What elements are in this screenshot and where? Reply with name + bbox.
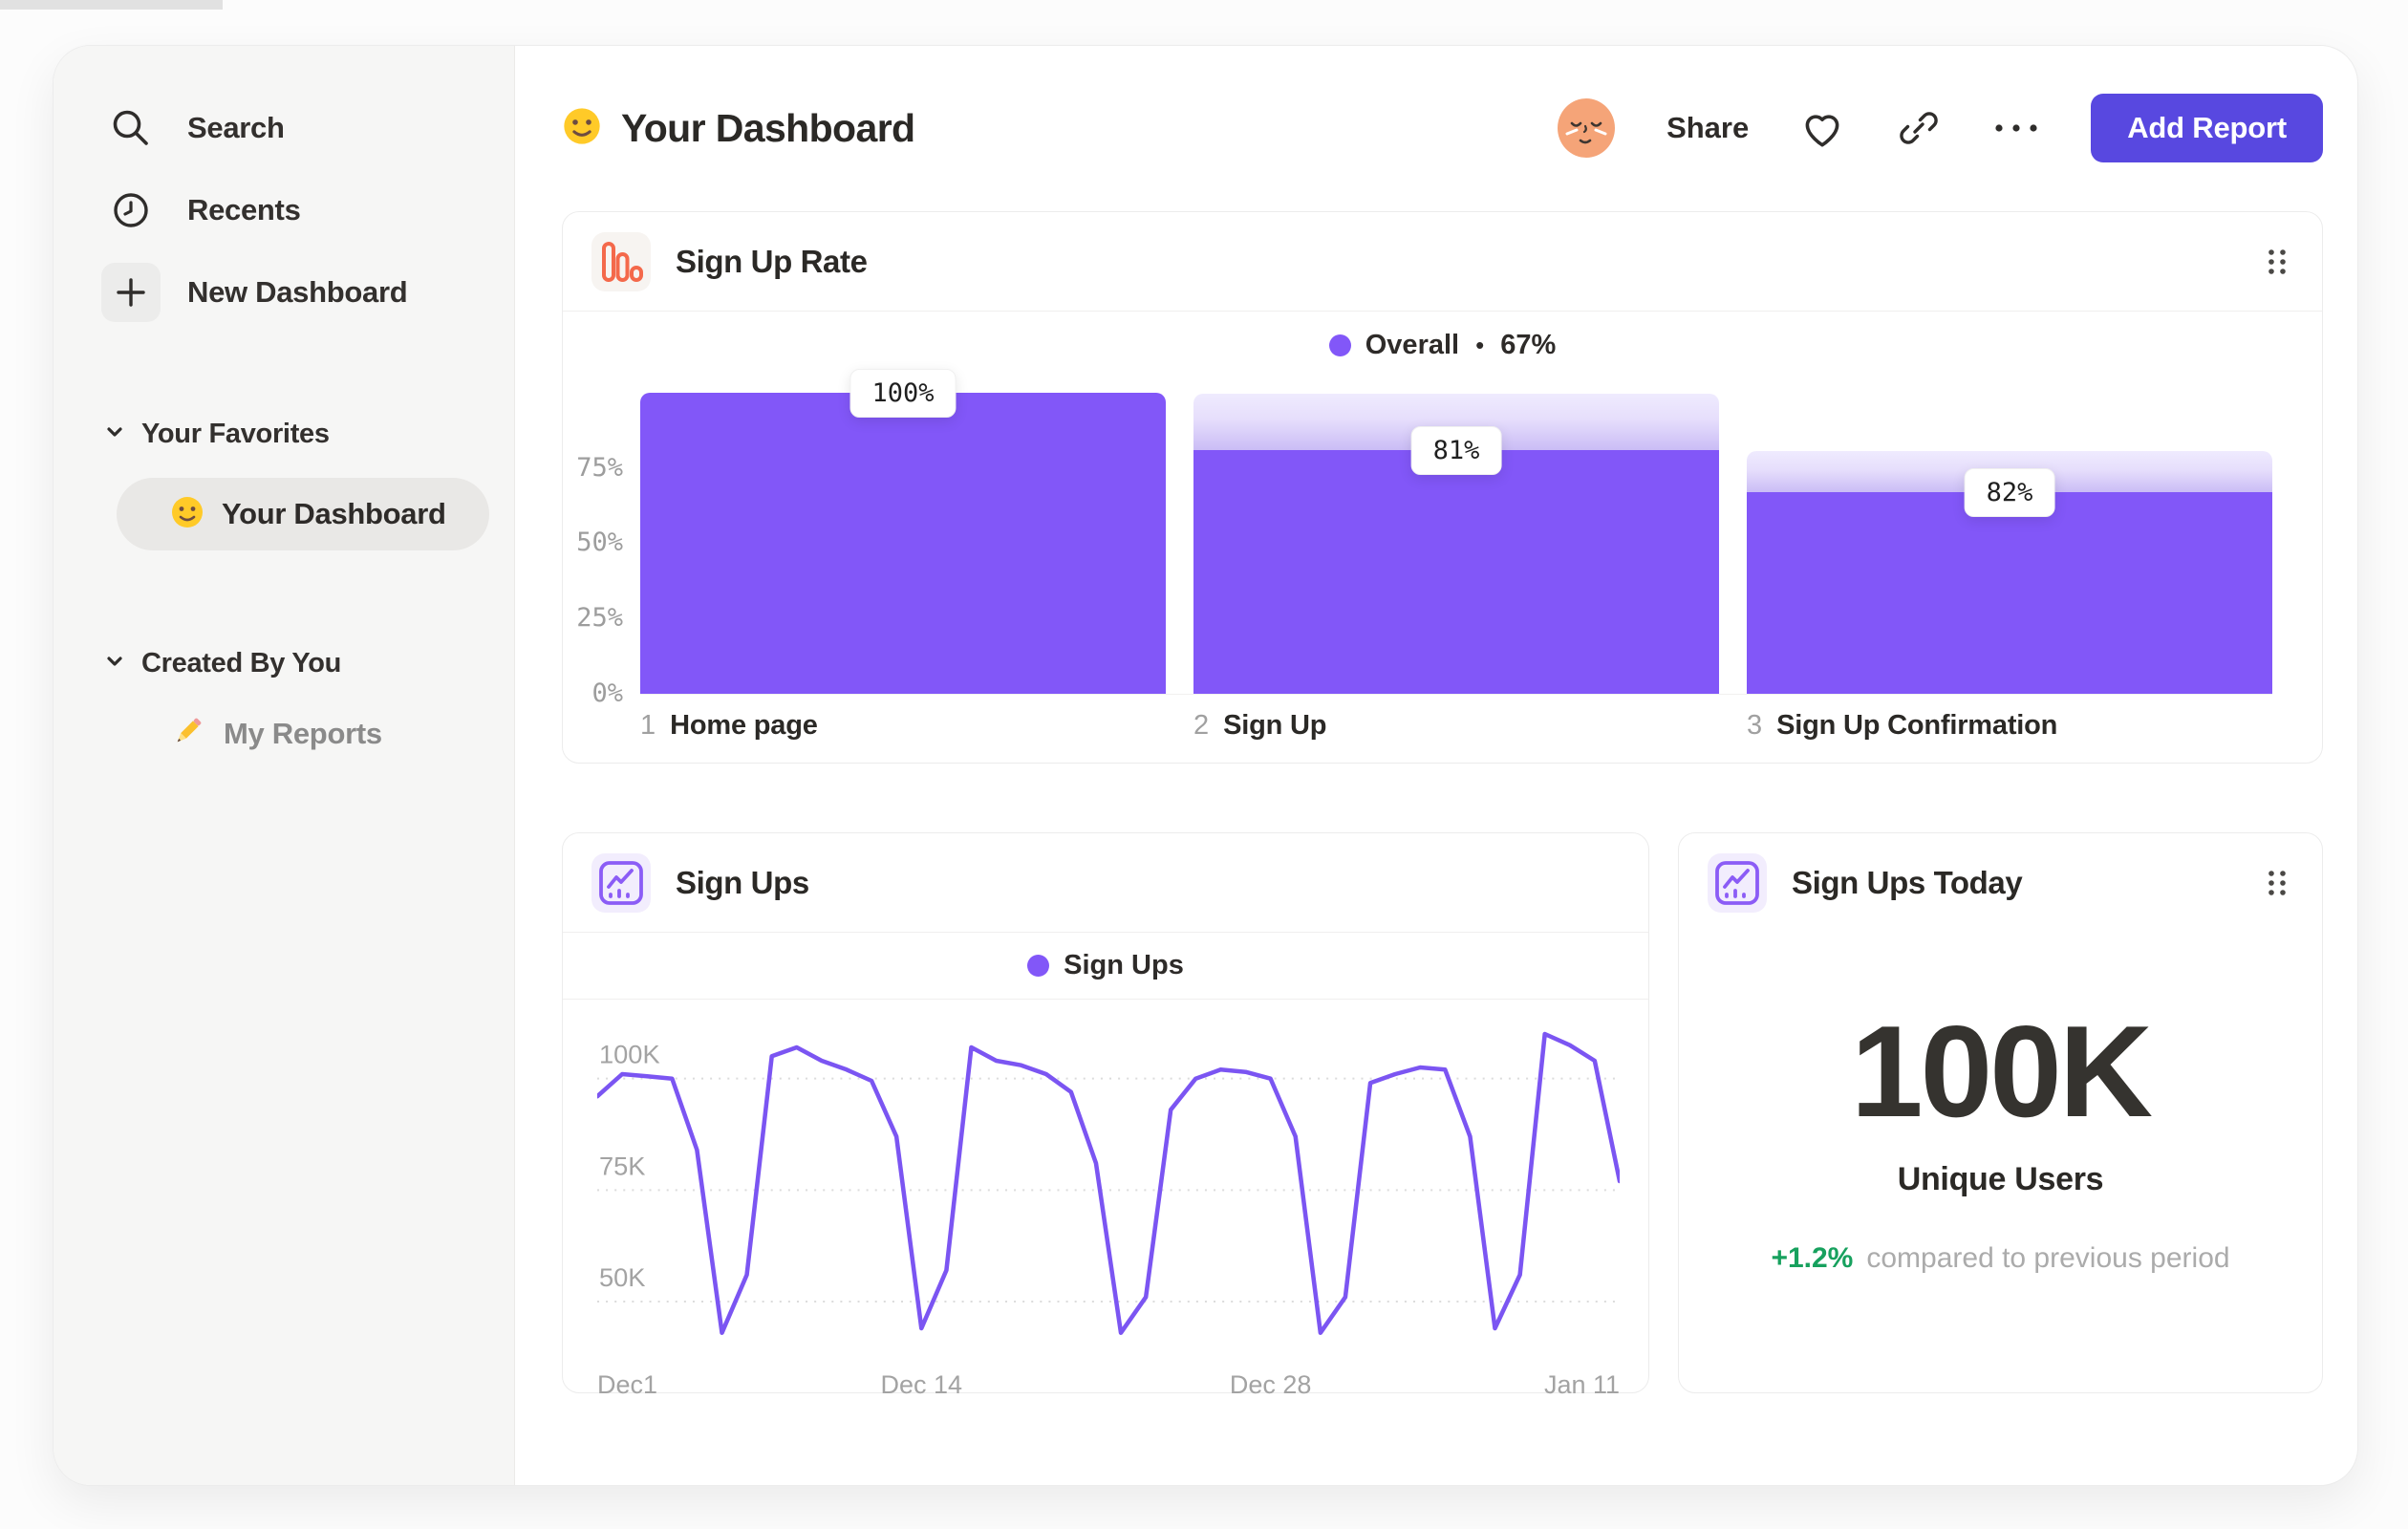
funnel-bar-2[interactable]: 81% — [1193, 378, 1719, 694]
line-chart-icon — [591, 852, 651, 913]
legend-separator: • — [1475, 330, 1485, 359]
legend-dot — [1328, 334, 1351, 356]
x-tick-label: Dec 14 — [880, 1370, 963, 1399]
line-x-labels: Dec1 Dec 14 Dec 28 Jan 11 — [597, 1363, 1620, 1407]
legend-value: 67% — [1500, 329, 1557, 360]
y-tick-label: 25% — [576, 603, 623, 634]
step-name: Sign Up — [1223, 710, 1327, 741]
line-chart-icon — [1708, 852, 1767, 913]
window-edge-strip — [0, 0, 223, 10]
metric-comparison: compared to previous period — [1866, 1242, 2230, 1274]
sidebar-item-my-reports[interactable]: My Reports — [117, 713, 489, 754]
x-tick-label: Dec 28 — [1229, 1370, 1312, 1399]
line-chart: 100K 75K 50K — [597, 1021, 1620, 1355]
sidebar: Search Recents New Dashboard Your Favori… — [54, 46, 515, 1485]
funnel-value-label: 100% — [849, 368, 957, 418]
x-tick-label: Dec1 — [597, 1370, 658, 1399]
search-icon — [101, 98, 161, 158]
sidebar-item-your-dashboard[interactable]: Your Dashboard — [117, 478, 489, 550]
step-number: 2 — [1193, 710, 1210, 741]
link-icon[interactable] — [1896, 105, 1942, 151]
plus-icon — [101, 263, 161, 322]
y-tick-label: 75% — [576, 452, 623, 483]
legend-label: Sign Ups — [1064, 950, 1184, 980]
legend-label: Overall — [1365, 329, 1460, 360]
funnel-step-label: 2 Sign Up — [1193, 710, 1719, 742]
pencil-emoji — [170, 713, 206, 754]
sidebar-section-created-by-you[interactable]: Created By You — [103, 642, 489, 684]
step-name: Home page — [670, 710, 818, 741]
funnel-chart: 0% 25% 50% 75% 100% 81% 82% 1 Home page 2 Sign U… — [563, 368, 2322, 742]
share-button[interactable]: Share — [1666, 111, 1749, 145]
bar-chart-icon — [591, 231, 651, 291]
sidebar-item-recents[interactable]: Recents — [101, 182, 489, 239]
legend-dot — [1027, 955, 1050, 977]
app-window: Search Recents New Dashboard Your Favori… — [53, 45, 2358, 1486]
sidebar-section-your-favorites[interactable]: Your Favorites — [103, 413, 489, 455]
metric-delta: +1.2% — [1771, 1242, 1854, 1274]
add-report-button[interactable]: Add Report — [2091, 94, 2323, 162]
sign-ups-today-card: Sign Ups Today 100K Unique Users +1.2% c… — [1678, 832, 2323, 1393]
y-tick-label: 50K — [599, 1262, 645, 1292]
sidebar-item-new-dashboard[interactable]: New Dashboard — [101, 263, 489, 322]
funnel-value-label: 82% — [1964, 467, 2055, 517]
main-content: Your Dashboard Share Add Report Sign Up … — [515, 46, 2357, 1485]
y-tick-label: 75K — [599, 1151, 645, 1180]
funnel-bars: 100% 81% 82% — [640, 368, 2272, 695]
smiley-emoji — [170, 495, 204, 534]
funnel-converted-segment — [1747, 491, 2272, 694]
heart-icon[interactable] — [1798, 104, 1846, 152]
smiley-emoji — [562, 106, 602, 151]
chevron-down-icon — [103, 420, 126, 448]
sign-ups-card: Sign Ups Sign Ups 100K 75K 50K Dec1 Dec 14 D… — [562, 832, 1649, 1399]
funnel-value-label: 81% — [1410, 425, 1502, 475]
line-chart-svg: 100K 75K 50K — [597, 1031, 1620, 1335]
x-tick-label: Jan 11 — [1543, 1370, 1620, 1399]
card-title: Sign Ups — [676, 864, 809, 900]
card-title: Sign Ups Today — [1792, 864, 2023, 900]
sign-up-rate-card: Sign Up Rate Overall • 67% 0% 25% 50% 75% 1… — [562, 211, 2323, 764]
metric-body: 100K Unique Users +1.2% compared to prev… — [1679, 932, 2322, 1392]
card-title: Sign Up Rate — [676, 243, 868, 279]
sidebar-item-label: Recents — [187, 193, 301, 226]
drag-handle-icon[interactable] — [2265, 866, 2290, 900]
sidebar-item-label: Your Dashboard — [222, 497, 446, 530]
funnel-converted-segment — [640, 392, 1166, 694]
page-title: Your Dashboard — [562, 106, 915, 151]
sidebar-item-search[interactable]: Search — [101, 99, 489, 157]
y-tick-label: 0% — [591, 678, 623, 708]
funnel-converted-segment — [1193, 449, 1719, 694]
metric-value: 100K — [1850, 999, 2153, 1144]
y-tick-label: 100K — [599, 1040, 660, 1069]
dashboard-header: Your Dashboard Share Add Report — [562, 94, 2323, 162]
sidebar-item-label: Search — [187, 111, 285, 144]
clock-icon — [101, 181, 161, 240]
ellipsis-icon[interactable] — [1991, 118, 2041, 138]
funnel-step-label: 3 Sign Up Confirmation — [1747, 710, 2272, 742]
sidebar-item-label: New Dashboard — [187, 275, 408, 309]
drag-handle-icon[interactable] — [2265, 245, 2290, 279]
funnel-step-label: 1 Home page — [640, 710, 1166, 742]
funnel-y-axis: 0% 25% 50% 75% — [563, 378, 640, 708]
funnel-x-labels: 1 Home page 2 Sign Up 3 Sign Up Confirmation — [640, 710, 2272, 742]
section-label: Your Favorites — [141, 418, 330, 449]
page-title-text: Your Dashboard — [621, 105, 915, 150]
avatar[interactable] — [1556, 97, 1617, 159]
funnel-bar-3[interactable]: 82% — [1747, 378, 2272, 694]
chevron-down-icon — [103, 650, 126, 678]
step-number: 1 — [640, 710, 656, 741]
funnel-legend: Overall • 67% — [563, 312, 2322, 378]
step-name: Sign Up Confirmation — [1776, 710, 2058, 741]
section-label: Created By You — [141, 647, 342, 678]
metric-label: Unique Users — [1897, 1161, 2104, 1197]
y-tick-label: 50% — [576, 528, 623, 558]
sidebar-item-label: My Reports — [224, 716, 382, 750]
line-legend: Sign Ups — [563, 933, 1648, 1000]
step-number: 3 — [1747, 710, 1763, 741]
funnel-bar-1[interactable]: 100% — [640, 368, 1166, 694]
